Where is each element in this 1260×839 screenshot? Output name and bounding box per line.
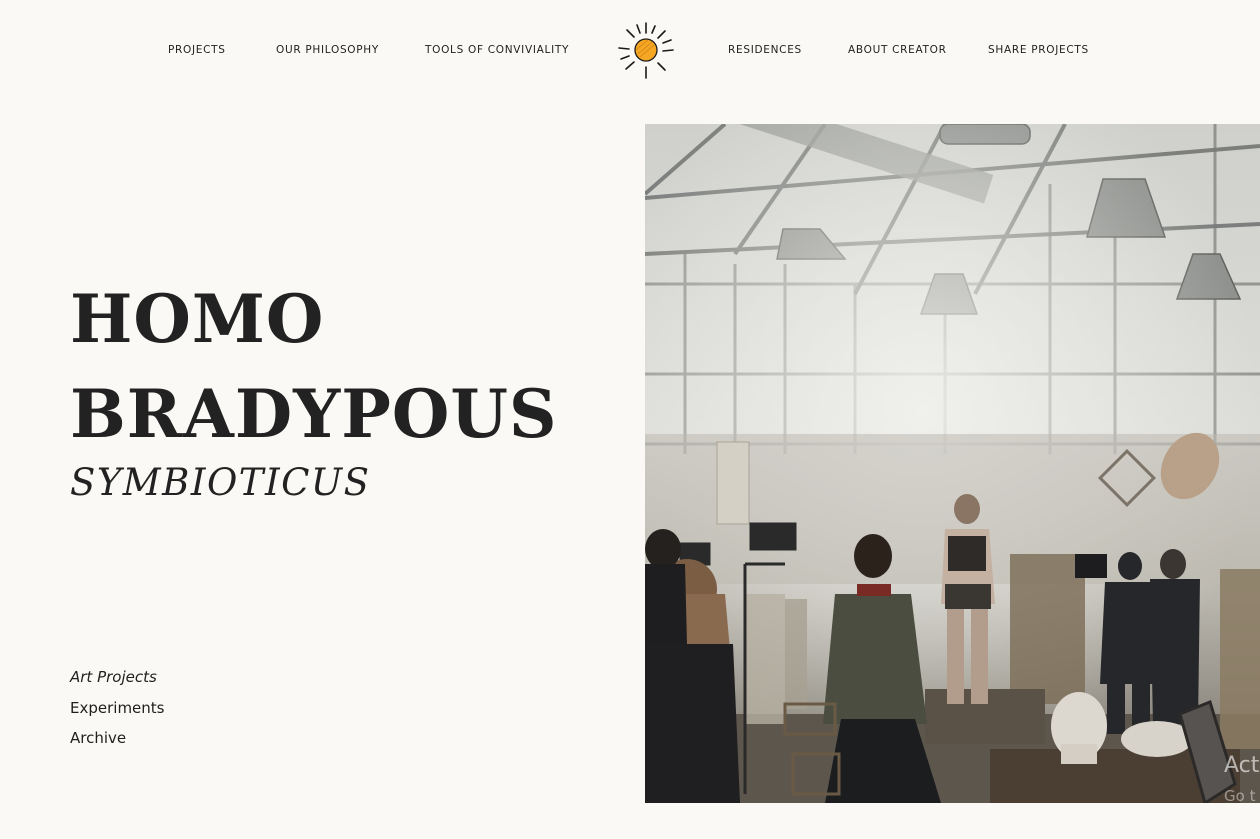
title-line-2: BRADYPOUS: [70, 375, 558, 453]
side-links: Art Projects Experiments Archive: [70, 667, 164, 759]
page-subtitle: SYMBIOTICUS: [70, 461, 371, 504]
nav-our-philosophy[interactable]: OUR PHILOSOPHY: [276, 44, 379, 56]
page-title: HOMO BRADYPOUS: [70, 272, 558, 462]
watermark-line-1: Act: [1224, 753, 1260, 778]
watermark-line-2: Go t: [1224, 787, 1256, 805]
link-experiments[interactable]: Experiments: [70, 698, 164, 729]
nav-share-projects[interactable]: SHARE PROJECTS: [988, 44, 1089, 56]
hero-photo: [645, 124, 1260, 803]
page: PROJECTS OUR PHILOSOPHY TOOLS OF CONVIVI…: [0, 0, 1260, 839]
nav-tools-of-conviviality[interactable]: TOOLS OF CONVIVIALITY: [425, 44, 569, 56]
title-line-1: HOMO: [70, 280, 325, 358]
nav-residences[interactable]: RESIDENCES: [728, 44, 802, 56]
link-archive[interactable]: Archive: [70, 728, 164, 759]
link-art-projects[interactable]: Art Projects: [70, 667, 164, 698]
nav-about-creator[interactable]: ABOUT CREATOR: [848, 44, 947, 56]
nav-projects[interactable]: PROJECTS: [168, 44, 226, 56]
sun-logo-icon[interactable]: [617, 21, 675, 79]
